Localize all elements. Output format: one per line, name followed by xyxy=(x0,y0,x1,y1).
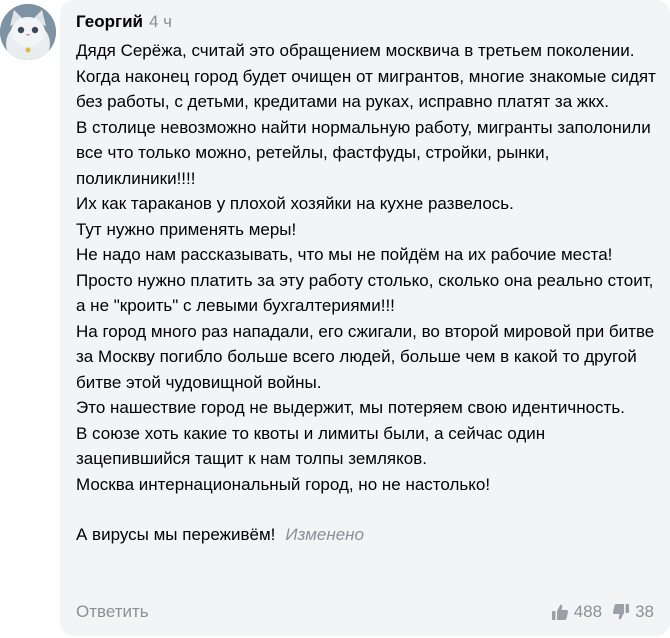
thumbs-up-icon xyxy=(551,604,568,620)
dislike-button[interactable]: 38 xyxy=(612,600,654,624)
author-name[interactable]: Георгий xyxy=(76,12,143,31)
comment-paragraph: Это нашествие город не выдержит, мы поте… xyxy=(76,398,625,417)
comment-footer: Ответить 488 38 xyxy=(76,600,654,624)
comment: Георгий 4 ч Дядя Серёжа, считай это обращ… xyxy=(0,0,670,638)
comment-last-line: А вирусы мы переживём! Изменено xyxy=(76,522,661,548)
thumbs-down-icon xyxy=(613,604,630,620)
reply-button[interactable]: Ответить xyxy=(76,602,149,621)
comment-time: 4 ч xyxy=(148,12,173,31)
comment-paragraph: Москва интернациональный город, но не на… xyxy=(76,474,491,494)
vote-controls: 488 38 xyxy=(551,600,654,624)
dislike-count: 38 xyxy=(635,602,654,621)
comment-paragraph: Их как тараканов у плохой хозяйки на кух… xyxy=(76,194,514,213)
avatar[interactable] xyxy=(0,4,56,60)
comment-header: Георгий 4 ч xyxy=(76,11,172,33)
comment-bubble: Георгий 4 ч Дядя Серёжа, считай это обращ… xyxy=(60,0,670,636)
comment-paragraph: Не надо нам рассказывать, что мы не пойд… xyxy=(76,245,613,264)
comment-paragraph: Дядя Серёжа, считай это обращением москв… xyxy=(76,41,635,60)
edited-label: Изменено xyxy=(285,525,364,544)
cat-avatar-icon xyxy=(0,4,56,60)
comment-paragraph: На город много раз нападали, его сжигали… xyxy=(76,321,655,392)
like-count: 488 xyxy=(573,602,603,621)
comment-paragraph: В союзе хоть какие то квоты и лимиты был… xyxy=(76,423,546,469)
comment-paragraph: Тут нужно применять меры! xyxy=(76,219,297,239)
comment-paragraph: А вирусы мы переживём! xyxy=(76,525,276,544)
comment-paragraph: В столице невозможно найти нормальную ра… xyxy=(76,117,651,188)
like-button[interactable]: 488 xyxy=(551,600,602,624)
comment-text: Дядя Серёжа, считай это обращением москв… xyxy=(76,38,661,548)
comment-paragraph: Просто нужно платить за эту работу столь… xyxy=(76,270,654,316)
comment-paragraph: Когда наконец город будет очищен от мигр… xyxy=(76,66,656,112)
